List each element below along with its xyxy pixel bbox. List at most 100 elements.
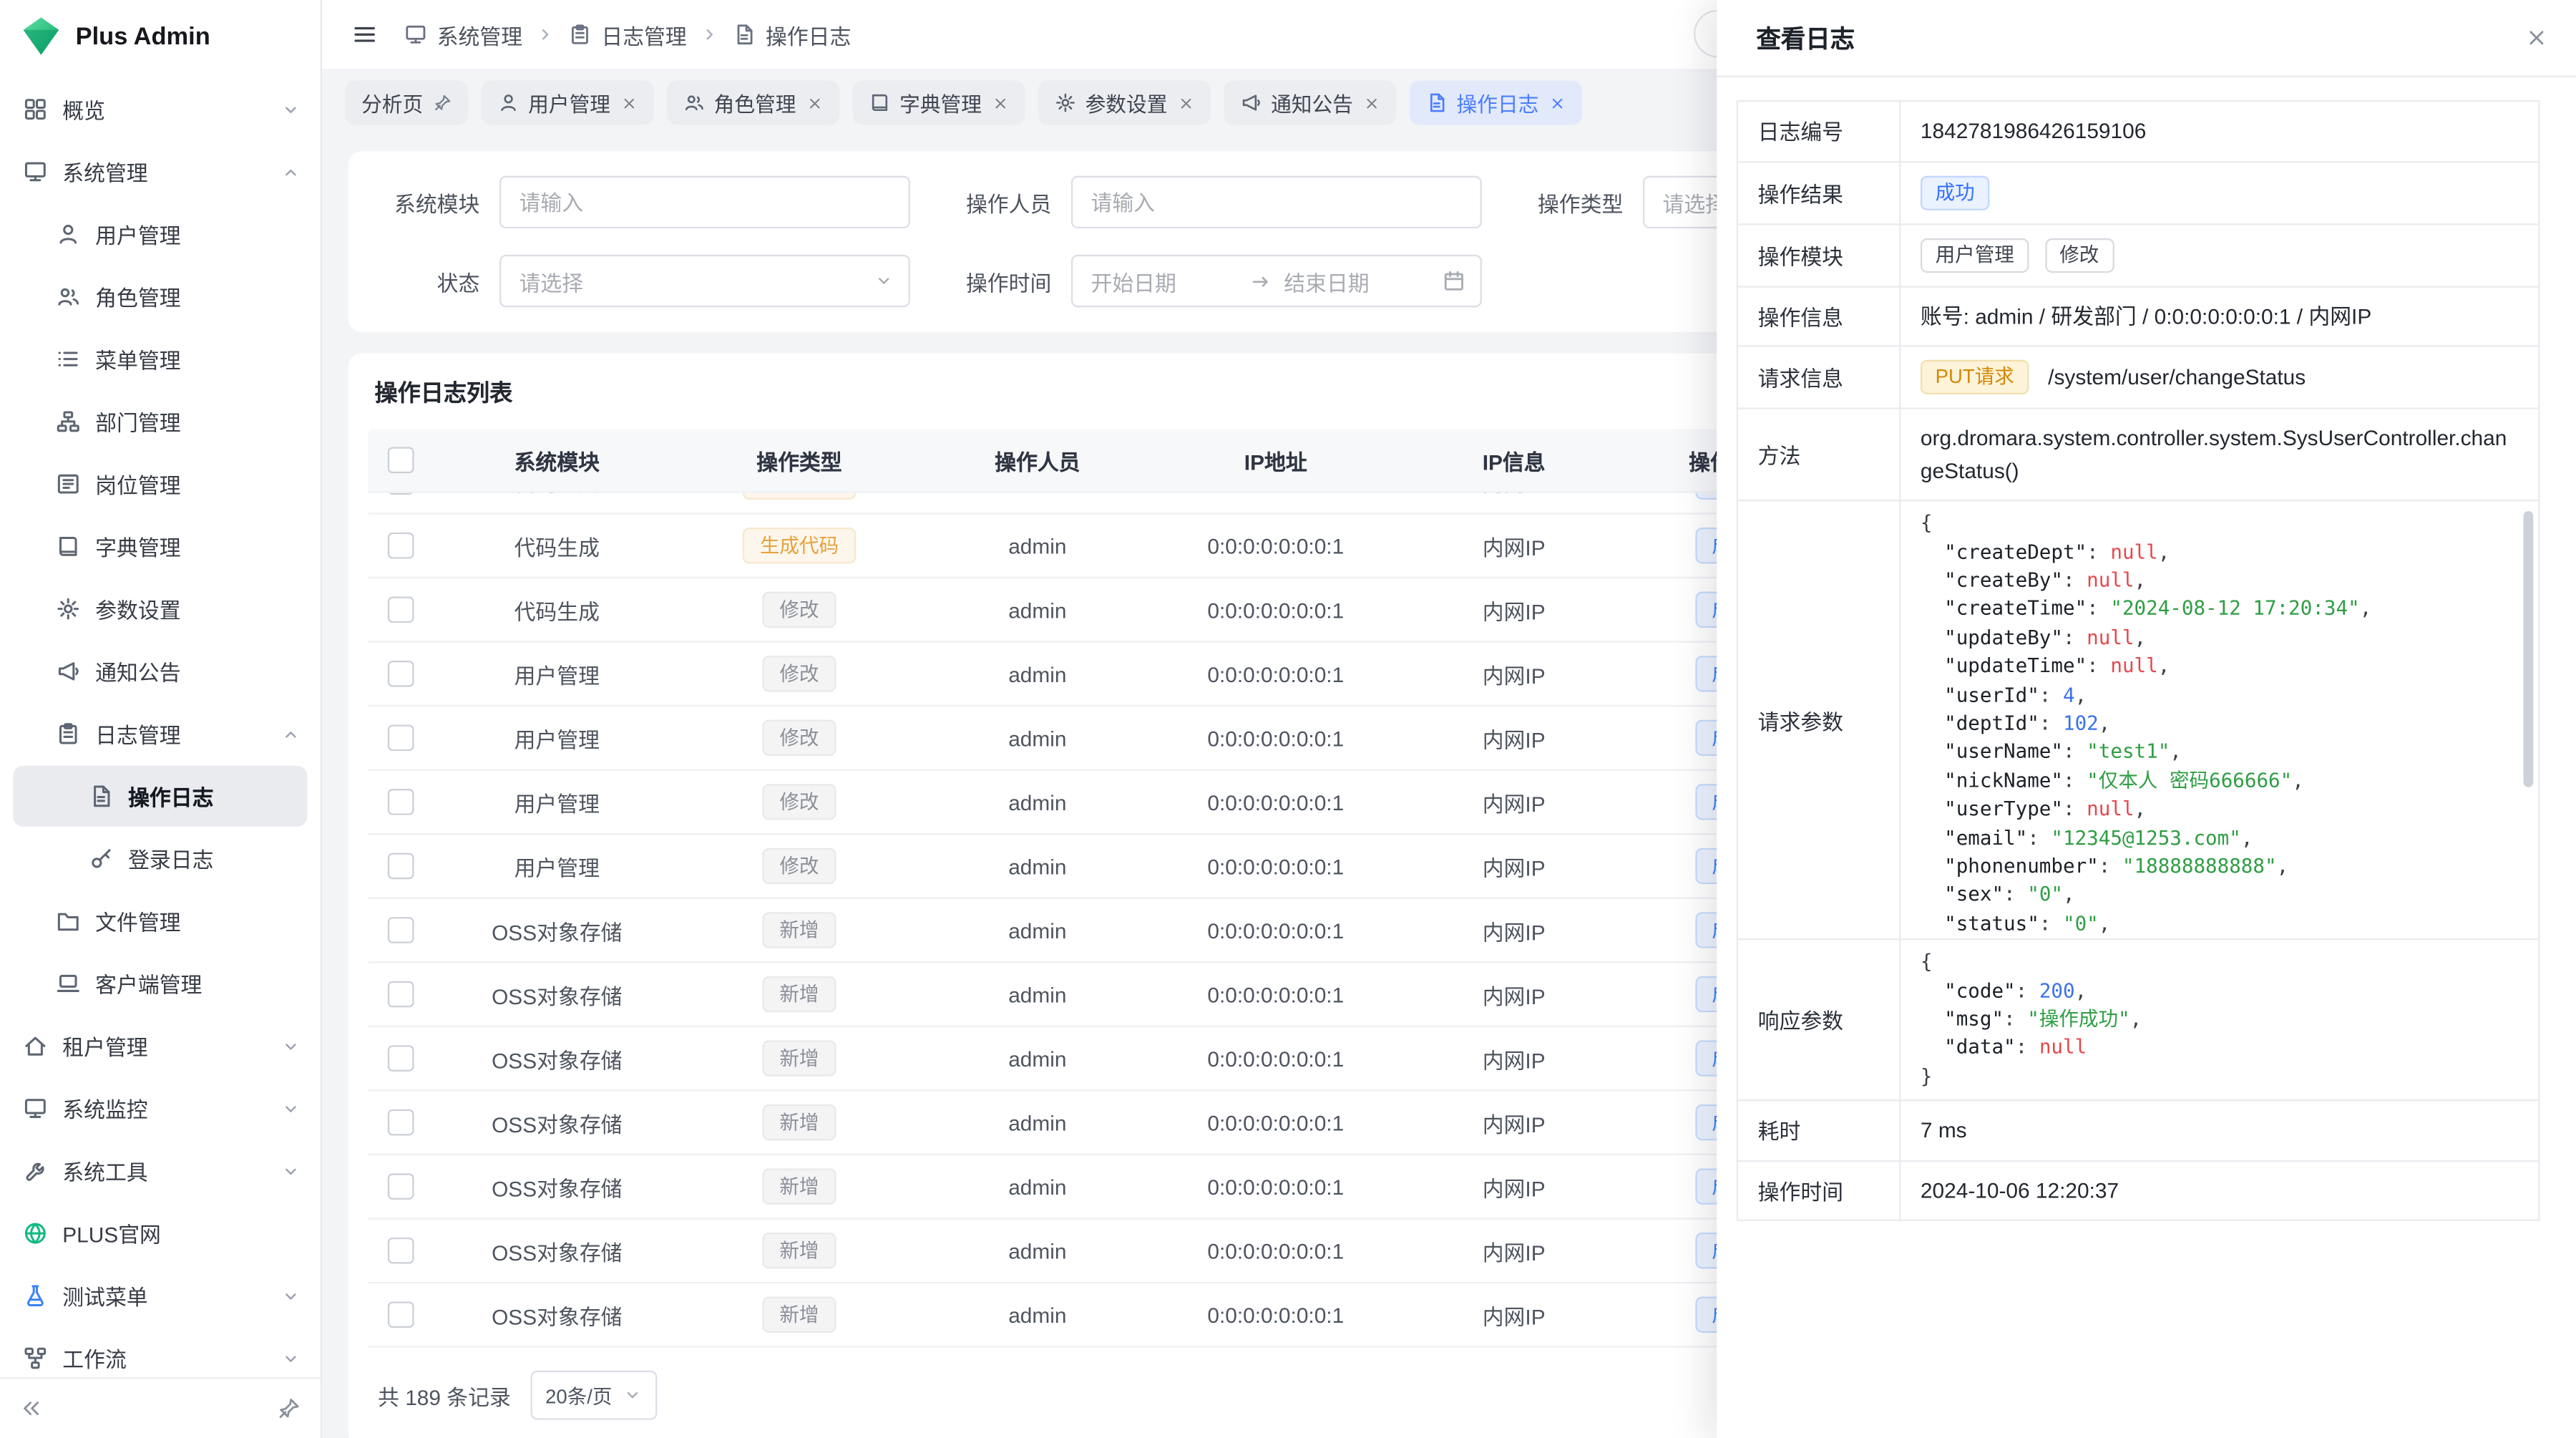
close-tab-icon[interactable] [1177,94,1194,111]
sidebar-item-参数设置[interactable]: 参数设置 [13,578,307,639]
cell-ip-info: 内网IP [1395,1299,1633,1331]
close-tab-icon[interactable] [992,94,1008,111]
sidebar-item-字典管理[interactable]: 字典管理 [13,516,307,577]
sidebar-item-通知公告[interactable]: 通知公告 [13,641,307,701]
menu-toggle-icon[interactable] [351,21,378,48]
code-line: { [1921,510,2512,538]
row-checkbox-cell [368,1109,434,1136]
operation-type-tag: 新增 [763,912,835,948]
row-checkbox[interactable] [388,725,414,752]
row-checkbox[interactable] [388,1238,414,1264]
breadcrumb: 系统管理 日志管理 操作日志 [404,19,852,50]
sidebar-item-文件管理[interactable]: 文件管理 [13,890,307,951]
detail-row-method: 方法 org.dromara.system.controller.system.… [1738,409,2538,502]
token: "仅本人 密码666666" [2087,769,2292,792]
cell-operator: admin [918,1110,1156,1135]
row-checkbox[interactable] [388,533,414,559]
module-badge: 用户管理 [1921,238,2029,272]
sidebar-item-系统工具[interactable]: 系统工具 [13,1140,307,1201]
token: , [2130,1007,2142,1030]
response-params-json: { "code": 200, "msg": "操作成功", "data": nu… [1901,941,2538,1100]
row-checkbox[interactable] [388,981,414,1008]
row-checkbox-cell [368,1301,434,1328]
code-line: "updateTime": null, [1921,653,2512,681]
operation-info-value: 账号: admin / 研发部门 / 0:0:0:0:0:0:0:1 / 内网I… [1901,287,2538,346]
tab-用户管理[interactable]: 用户管理 [481,81,653,125]
module-input[interactable] [499,176,910,228]
sidebar-item-租户管理[interactable]: 租户管理 [13,1016,307,1077]
tab-字典管理[interactable]: 字典管理 [852,81,1025,125]
sidebar-item-岗位管理[interactable]: 岗位管理 [13,454,307,515]
token: , [2292,769,2304,792]
home-icon [23,1034,47,1058]
sidebar-item-label: 系统监控 [62,1093,280,1124]
status-select[interactable]: 请选择 [499,255,910,307]
monitor-icon [23,1096,47,1120]
scrollbar-thumb[interactable] [2524,511,2534,787]
close-tab-icon[interactable] [1363,94,1380,111]
sidebar-item-系统管理[interactable]: 系统管理 [13,141,307,202]
token: : [2027,826,2051,849]
token: "0" [2027,883,2063,906]
page-size-select[interactable]: 20条/页 [530,1371,656,1420]
row-checkbox[interactable] [388,1173,414,1200]
tab-通知公告[interactable]: 通知公告 [1223,81,1395,125]
time-range-picker[interactable]: 开始日期 结束日期 [1071,255,1482,307]
operator-input[interactable] [1071,176,1482,228]
token: "createTime" [1944,597,2087,620]
select-all-checkbox[interactable] [388,447,414,473]
cell-type: 新增 [680,1233,919,1269]
breadcrumb-item[interactable]: 操作日志 [733,19,851,50]
sidebar-item-部门管理[interactable]: 部门管理 [13,391,307,452]
sidebar-item-角色管理[interactable]: 角色管理 [13,266,307,327]
log-id-value: 1842781986426159106 [1901,102,2538,160]
sidebar-item-菜单管理[interactable]: 菜单管理 [13,329,307,389]
tab-分析页[interactable]: 分析页 [345,81,467,125]
breadcrumb-item[interactable]: 日志管理 [568,19,686,50]
sidebar-item-测试菜单[interactable]: 测试菜单 [13,1265,307,1326]
close-tab-icon[interactable] [1548,94,1565,111]
tab-参数设置[interactable]: 参数设置 [1038,81,1210,125]
logo[interactable]: Plus Admin [0,0,321,72]
header-checkbox-cell [368,447,434,473]
sidebar-item-用户管理[interactable]: 用户管理 [13,204,307,265]
sidebar-item-系统监控[interactable]: 系统监控 [13,1078,307,1139]
row-checkbox[interactable] [388,661,414,687]
field-label: 日志编号 [1738,102,1901,160]
sidebar-item-操作日志[interactable]: 操作日志 [13,766,307,827]
close-tab-icon[interactable] [620,94,637,111]
close-tab-icon[interactable] [806,94,822,111]
cell-type: 修改 [680,592,919,628]
doc-icon [733,23,756,46]
sidebar-item-label: 菜单管理 [95,344,307,375]
org-icon [56,409,80,434]
sidebar-item-概览[interactable]: 概览 [13,79,307,140]
sidebar-item-登录日志[interactable]: 登录日志 [13,828,307,889]
row-checkbox[interactable] [388,1045,414,1072]
cell-type: 生成代码 [680,528,919,564]
tab-角色管理[interactable]: 角色管理 [666,81,839,125]
close-icon[interactable] [2525,26,2548,49]
row-checkbox[interactable] [388,1301,414,1328]
cell-ip: 0:0:0:0:0:0:0:1 [1156,598,1395,622]
log-detail-table: 日志编号 1842781986426159106 操作结果 成功 操作模块 用户… [1737,100,2540,1221]
sidebar-item-客户端管理[interactable]: 客户端管理 [13,953,307,1014]
row-checkbox[interactable] [388,917,414,943]
token: "userName" [1944,740,2063,763]
row-checkbox[interactable] [388,853,414,880]
breadcrumb-item[interactable]: 系统管理 [404,19,522,50]
row-checkbox[interactable] [388,493,414,495]
sidebar-item-日志管理[interactable]: 日志管理 [13,704,307,764]
row-checkbox[interactable] [388,789,414,815]
pin-sidebar-icon[interactable] [278,1397,301,1420]
collapse-sidebar-icon[interactable] [20,1397,43,1420]
cell-ip-info: 内网IP [1395,530,1633,561]
row-checkbox[interactable] [388,596,414,623]
row-checkbox[interactable] [388,1109,414,1136]
request-info-value: PUT请求 /system/user/changeStatus [1901,347,2538,408]
tab-操作日志[interactable]: 操作日志 [1409,81,1581,125]
code-line: "nickName": "仅本人 密码666666", [1921,767,2512,796]
cell-operator: admin [918,982,1156,1006]
sidebar-item-PLUS官网[interactable]: PLUS官网 [13,1203,307,1264]
breadcrumb-label: 系统管理 [437,19,522,50]
